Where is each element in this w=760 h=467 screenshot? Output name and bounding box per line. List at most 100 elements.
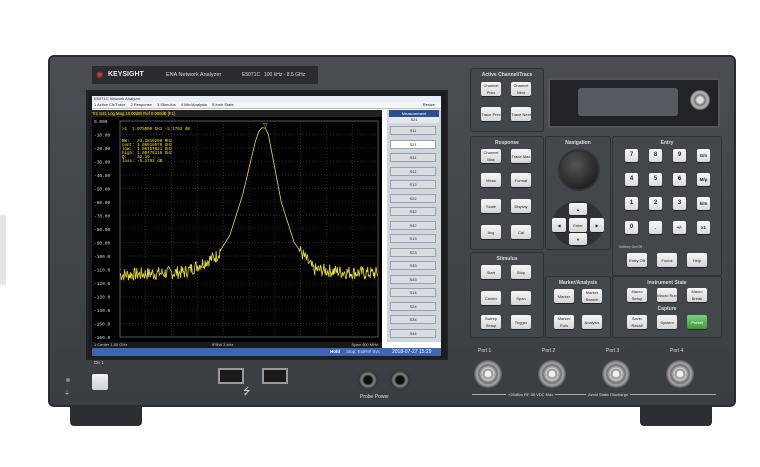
marker-fctn-button[interactable]: Marker Fctn [554, 315, 574, 329]
enter-button[interactable]: Enter [569, 218, 587, 232]
rotary-knob[interactable] [558, 149, 600, 191]
usb-port-1[interactable] [218, 368, 244, 384]
marker-search-button[interactable]: Marker Search [582, 289, 602, 303]
y-tick-label: -80.00 [94, 227, 111, 233]
trace-next-button[interactable]: Trace Next [511, 107, 531, 121]
menu-item-response[interactable]: 2 Response [127, 102, 152, 107]
y-tick-label: -70.00 [94, 214, 111, 220]
marker-table-key: loss: [122, 160, 138, 164]
softkey-s12[interactable]: S12 [390, 180, 436, 189]
power-button[interactable] [92, 374, 108, 390]
y-tick-label: -20.00 [94, 146, 111, 152]
marker-button[interactable]: Marker [554, 289, 574, 303]
softkey-s34[interactable]: S34 [390, 315, 436, 324]
usb-port-2[interactable] [262, 368, 288, 384]
marker-1-icon: ▽ [263, 123, 268, 129]
probe-power-jack-2[interactable] [390, 370, 410, 390]
cal-button[interactable]: Cal [511, 225, 531, 239]
entry-key-15[interactable]: x1 [697, 221, 710, 234]
arrow-left-icon[interactable]: ◀ [552, 218, 566, 232]
macro-run-button[interactable]: Macro Run [657, 288, 677, 302]
port-4-connector[interactable] [666, 360, 694, 388]
connector-knob-icon[interactable] [690, 90, 710, 110]
port-4-label: Port 4 [670, 348, 684, 354]
scale-button[interactable]: Scale [481, 199, 501, 213]
softkey-s24[interactable]: S24 [390, 301, 436, 311]
preset-button[interactable]: Preset [687, 315, 707, 329]
entry-key-5[interactable]: 5 [649, 173, 662, 186]
entry-key-3[interactable]: G/n [697, 149, 710, 162]
channel-max-button[interactable]: Channel Max [481, 149, 501, 163]
entry-key-0[interactable]: 7 [625, 149, 638, 162]
save-recall-button[interactable]: Save/ Recall [627, 315, 647, 329]
y-tick-label: -30.00 [94, 160, 111, 166]
entry-key-1[interactable]: 8 [649, 149, 662, 162]
softkey-s41[interactable]: S41 [390, 166, 436, 176]
center-button[interactable]: Center [481, 291, 501, 305]
sweep-setup-button[interactable]: Sweep Setup [481, 315, 501, 329]
start-button[interactable]: Start [481, 265, 501, 279]
softkey-s14[interactable]: S14 [390, 288, 436, 297]
marker-readout: >1 1.075000 GHz -5.1793 dB BW: 33.181020… [122, 120, 190, 172]
menu-item-active-ch[interactable]: 1 Active Ch/Trace [92, 102, 125, 107]
entry-key-10[interactable]: 3 [673, 197, 686, 210]
port-2-connector[interactable] [538, 360, 566, 388]
arrow-up-icon[interactable]: ▲ [569, 203, 587, 215]
entry-key-2[interactable]: 9 [673, 149, 686, 162]
macro-break-button[interactable]: Macro Break [687, 288, 707, 302]
softkey-s44[interactable]: S44 [390, 328, 436, 338]
ground-icon: ⏚ [64, 391, 71, 397]
analysis-button[interactable]: Analysis [582, 315, 602, 329]
macro-setup-button[interactable]: Macro Setup [627, 288, 647, 302]
softkey-s33[interactable]: S33 [390, 261, 436, 270]
softkey-s21[interactable]: S21 [390, 139, 436, 149]
meas-button[interactable]: Meas [481, 173, 501, 187]
trace-max-button[interactable]: Trace Max [511, 149, 531, 163]
display-button[interactable]: Display [511, 199, 531, 213]
entry-off-button[interactable]: Entry Off [627, 253, 647, 267]
trigger-button[interactable]: Trigger [511, 315, 531, 329]
softkey-s32[interactable]: S32 [390, 207, 436, 216]
probe-power-jack-1[interactable] [358, 370, 378, 390]
entry-key-9[interactable]: 2 [649, 197, 662, 210]
span-button[interactable]: Span [511, 291, 531, 305]
avg-button[interactable]: Avg [481, 225, 501, 239]
y-tick-label: 0.000 [94, 119, 108, 125]
softkey-s43[interactable]: S43 [390, 274, 436, 284]
help-button[interactable]: Help [687, 253, 707, 267]
softkey-s22[interactable]: S22 [390, 193, 436, 203]
instrument-foot-left [70, 406, 142, 426]
softkey-s42[interactable]: S42 [390, 220, 436, 230]
focus-button[interactable]: Focus [657, 253, 677, 267]
arrow-down-icon[interactable]: ▼ [569, 233, 587, 245]
port-3-connector[interactable] [602, 360, 630, 388]
entry-key-7[interactable]: M/μ [697, 173, 710, 186]
entry-key-8[interactable]: 1 [625, 197, 638, 210]
arrow-right-icon[interactable]: ▶ [590, 218, 604, 232]
softkey-s31[interactable]: S31 [390, 153, 436, 162]
entry-key-4[interactable]: 4 [625, 173, 638, 186]
softkey-s13[interactable]: S13 [390, 234, 436, 243]
keysight-logo-icon: ✺ [96, 70, 104, 80]
menu-item-mkr-analysis[interactable]: 4 Mkr/Analysis [177, 102, 207, 107]
menu-item-instr-state[interactable]: 5 Instr State [208, 102, 234, 107]
panel-stimulus: Stimulus Start Stop Center Span Sweep Se… [470, 252, 544, 338]
entry-key-6[interactable]: 6 [673, 173, 686, 186]
trace-prev-button[interactable]: Trace Prev [481, 107, 501, 121]
softkey-s23[interactable]: S23 [390, 247, 436, 257]
entry-key-11[interactable]: k/m [697, 197, 710, 210]
menu-resize[interactable]: Resize [423, 102, 435, 108]
entry-key-13[interactable]: . [649, 221, 662, 234]
channel-next-button[interactable]: Channel Next [511, 82, 531, 96]
system-button[interactable]: System [657, 315, 677, 329]
softkey-s11[interactable]: S11 [390, 126, 436, 135]
entry-key-14[interactable]: +/- [673, 221, 686, 234]
menu-item-stimulus[interactable]: 3 Stimulus [153, 102, 176, 107]
format-button[interactable]: Format [511, 173, 531, 187]
channel-prev-button[interactable]: Channel Prev [481, 82, 501, 96]
port-1-connector[interactable] [474, 360, 502, 388]
stop-button[interactable]: Stop [511, 265, 531, 279]
trace-plot-area: Tr1 S21 Log Mag 10.00dB/ Ref 0.000dB [F1… [92, 110, 382, 342]
entry-key-12[interactable]: 0 [625, 221, 638, 234]
panel-instrument-state: Instrument State Macro Setup Macro Run M… [612, 276, 722, 338]
